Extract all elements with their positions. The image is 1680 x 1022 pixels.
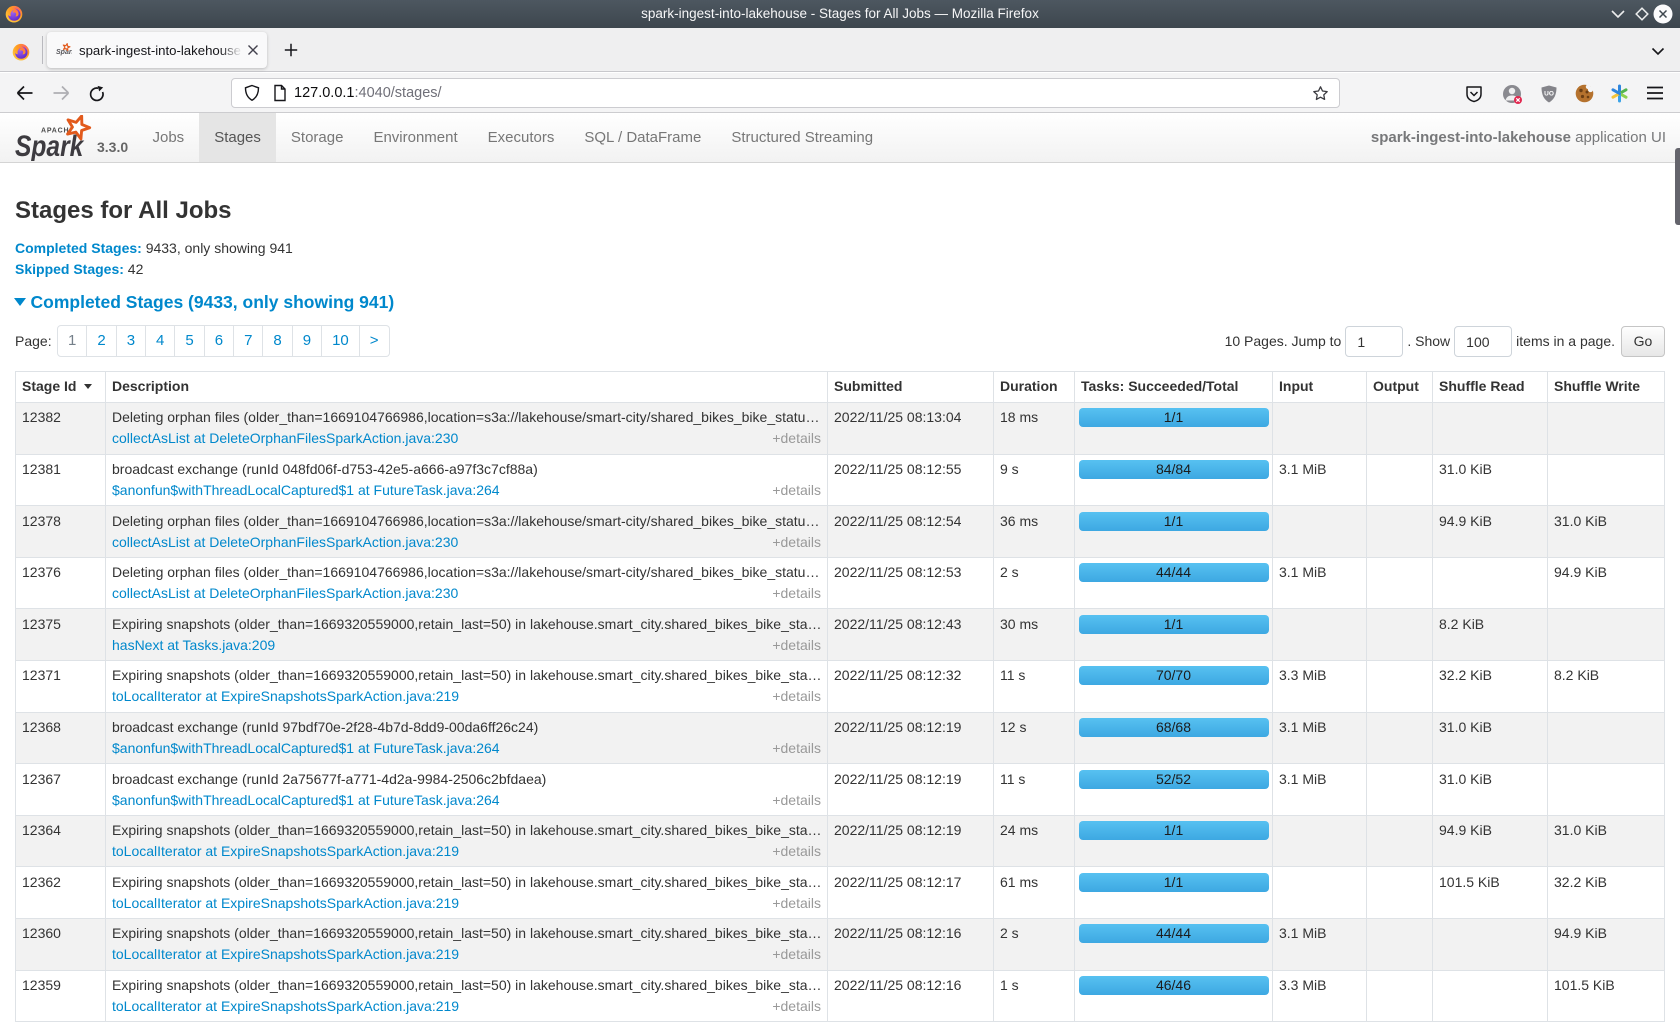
svg-text:UO: UO — [1544, 91, 1554, 98]
svg-text:Spark: Spark — [56, 49, 72, 56]
